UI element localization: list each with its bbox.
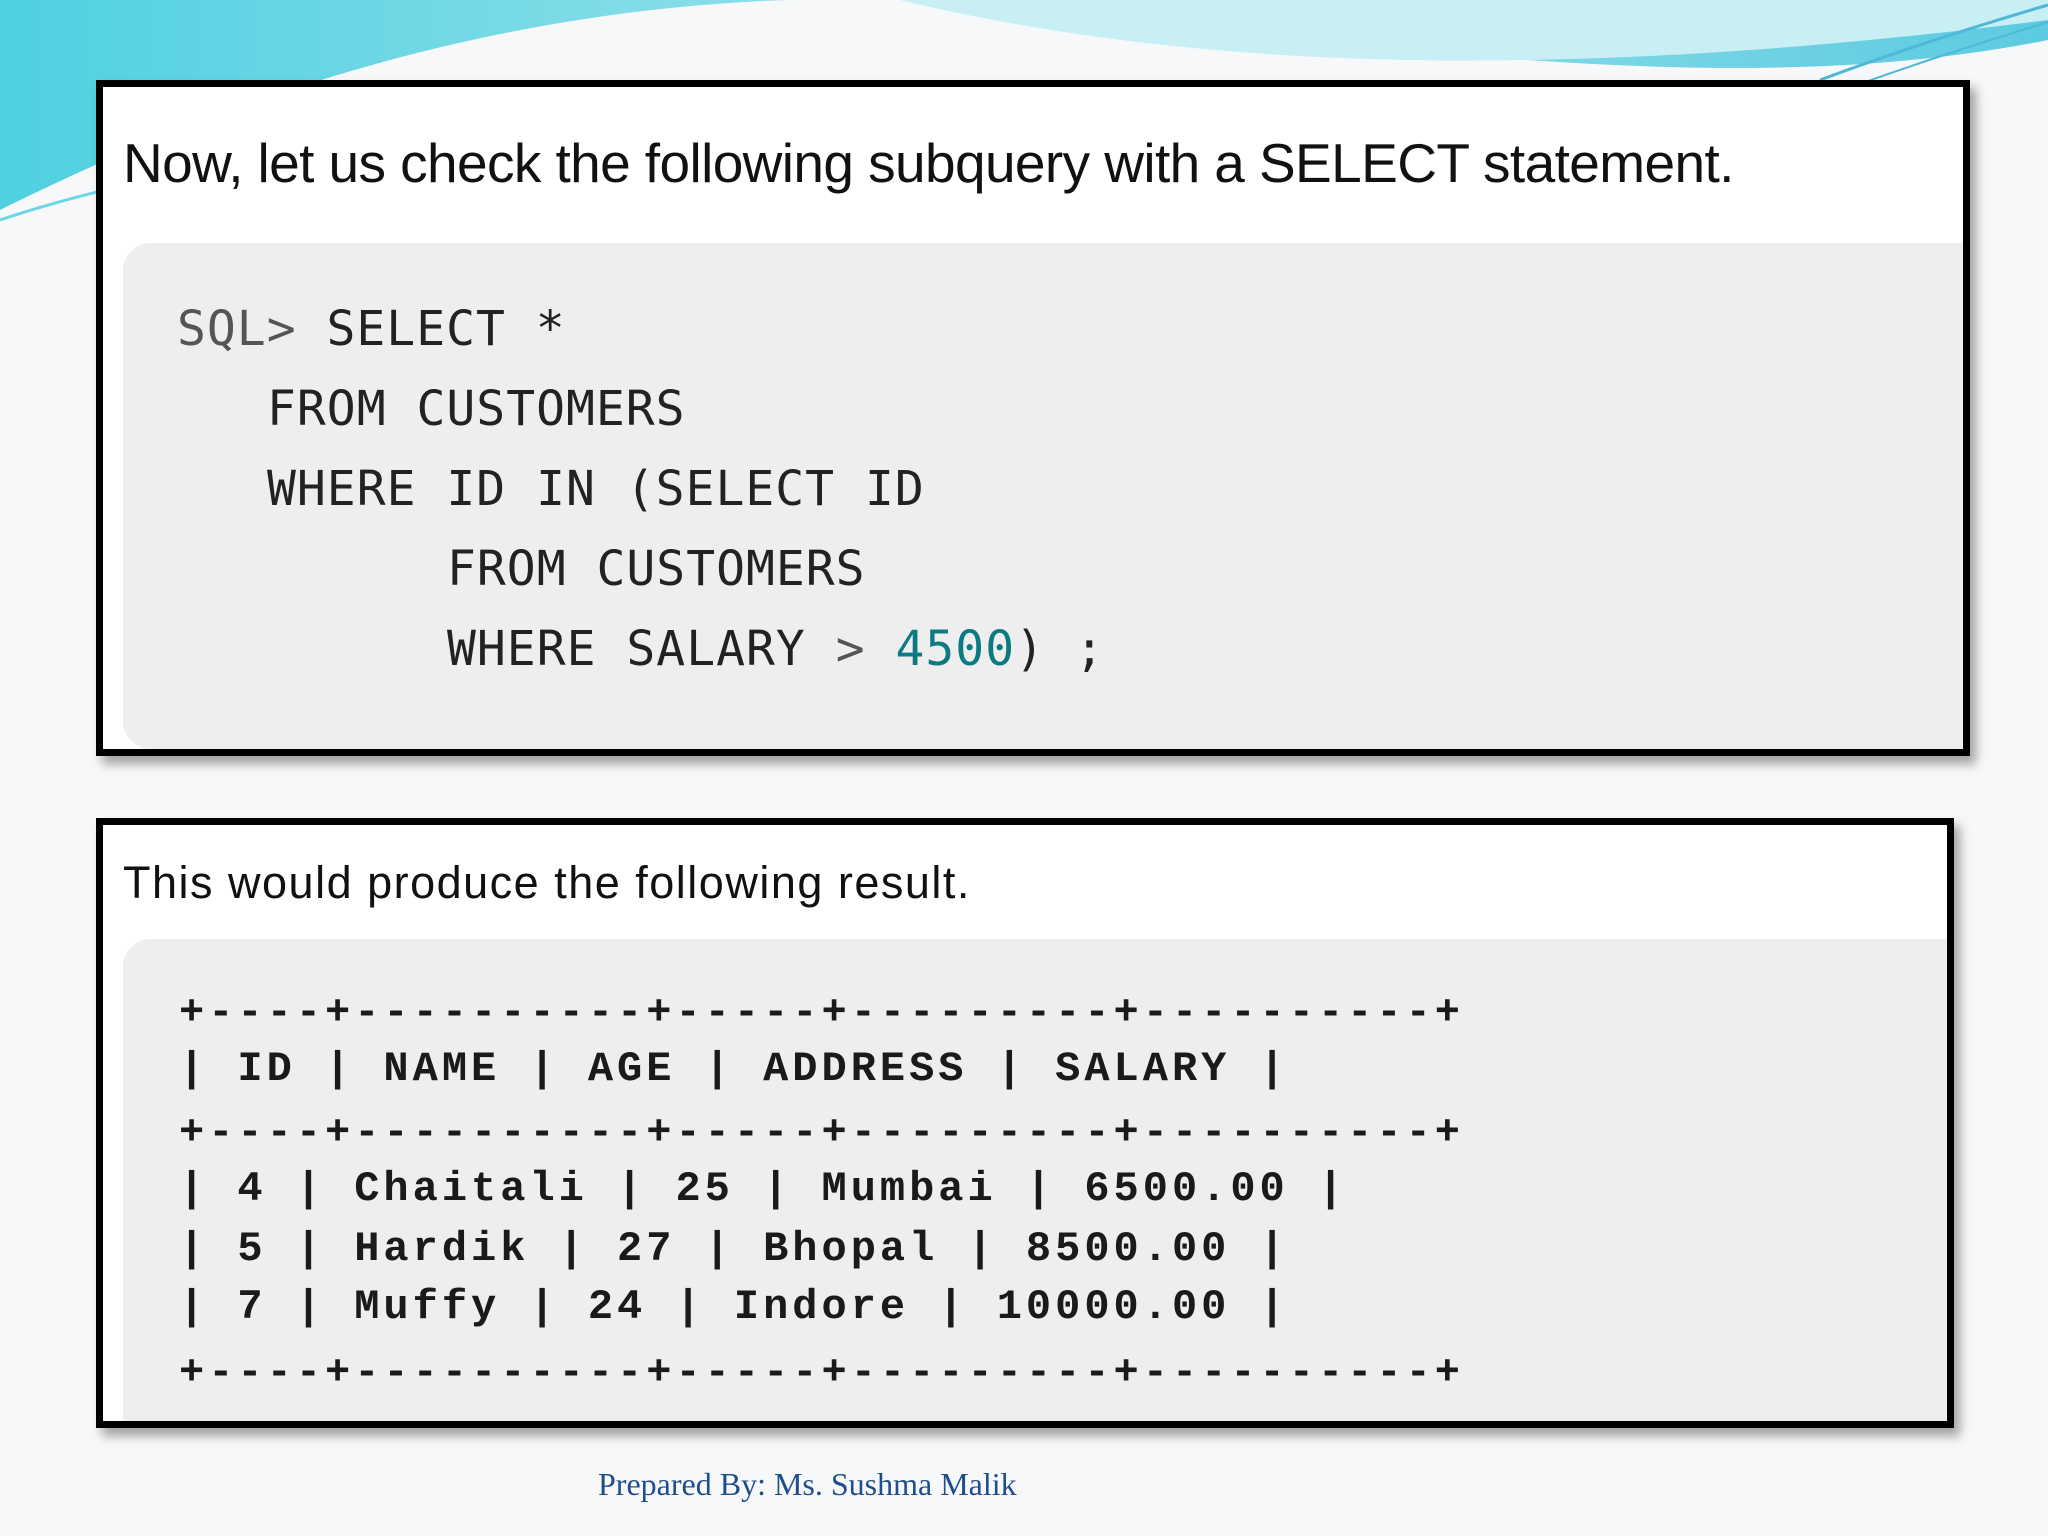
result-heading: This would produce the following result. [123,857,971,908]
sql-line-3: WHERE ID IN (SELECT ID [267,461,925,517]
table-border-bottom: +----+----------+-----+---------+-------… [179,1349,1464,1397]
sql-prompt: SQL> [177,301,327,357]
table-row: | 4 | Chaitali | 25 | Mumbai | 6500.00 | [179,1165,1348,1213]
sql-number-literal: 4500 [895,621,1016,677]
sql-line-1: SQL> SELECT * [177,301,566,357]
sql-operator: > [835,621,866,677]
table-border-mid: +----+----------+-----+---------+-------… [179,1109,1464,1157]
result-panel: This would produce the following result.… [96,818,1954,1428]
table-row: | 7 | Muffy | 24 | Indore | 10000.00 | [179,1283,1289,1331]
sql-line-5: WHERE SALARY > 4500) ; [447,621,1105,677]
sql-line-2: FROM CUSTOMERS [267,381,686,437]
table-header-row: | ID | NAME | AGE | ADDRESS | SALARY | [179,1045,1289,1093]
sql-code-block: SQL> SELECT * FROM CUSTOMERS WHERE ID IN… [123,243,1963,749]
sql-line-4: FROM CUSTOMERS [447,541,866,597]
query-panel: Now, let us check the following subquery… [96,80,1970,756]
sql-line-end: ) ; [1015,621,1105,677]
query-heading: Now, let us check the following subquery… [123,132,1734,194]
result-table-block: +----+----------+-----+---------+-------… [123,939,1947,1421]
sql-select: SELECT * [326,301,566,357]
table-border-top: +----+----------+-----+---------+-------… [179,989,1464,1037]
sql-where-salary: WHERE SALARY [447,621,836,677]
table-row: | 5 | Hardik | 27 | Bhopal | 8500.00 | [179,1225,1289,1273]
footer-credit: Prepared By: Ms. Sushma Malik [598,1466,1017,1502]
